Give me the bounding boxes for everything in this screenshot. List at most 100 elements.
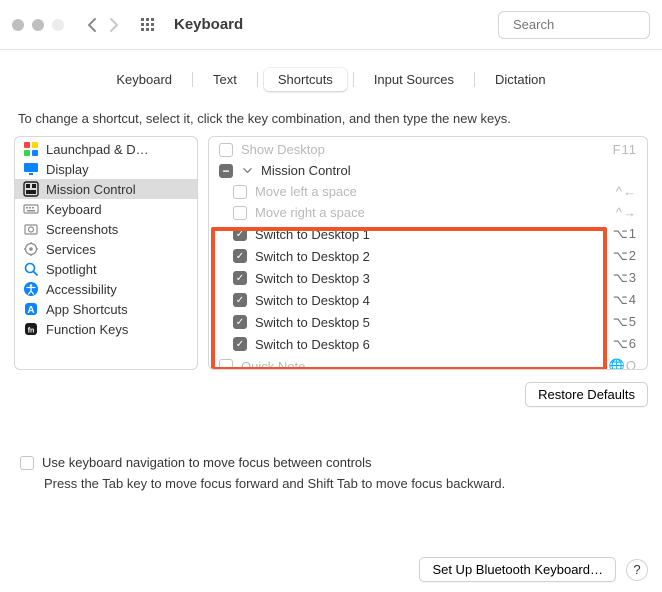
sidebar-item-label: Accessibility (46, 282, 117, 297)
show-all-prefs-button[interactable] (140, 17, 156, 33)
shortcut-checkbox[interactable]: ✓ (233, 315, 247, 329)
shortcut-row[interactable]: − Mission Control (209, 160, 647, 181)
shortcut-label: Switch to Desktop 4 (255, 293, 605, 308)
shortcut-label: Switch to Desktop 1 (255, 227, 605, 242)
app-shortcuts-icon: A (23, 301, 39, 317)
shortcut-row[interactable]: ✓ Switch to Desktop 6 ⌥6 (209, 333, 647, 355)
shortcut-row[interactable]: ✓ Switch to Desktop 4 ⌥4 (209, 289, 647, 311)
sidebar-item-label: App Shortcuts (46, 302, 128, 317)
shortcut-checkbox[interactable]: ✓ (233, 249, 247, 263)
search-input[interactable] (513, 17, 662, 32)
shortcut-label: Mission Control (261, 163, 629, 178)
shortcut-row[interactable]: Show Desktop F11 (209, 139, 647, 160)
shortcut-checkbox[interactable] (219, 143, 233, 157)
accessibility-icon (23, 281, 39, 297)
shortcut-key[interactable]: ⌥4 (613, 292, 637, 308)
shortcut-key[interactable]: F11 (613, 142, 637, 157)
shortcut-key[interactable]: ⌥3 (613, 270, 637, 286)
shortcut-list: Show Desktop F11 − Mission Control Move left… (208, 136, 648, 370)
function-keys-icon: fn (23, 321, 39, 337)
shortcut-row[interactable]: ✓ Switch to Desktop 2 ⌥2 (209, 245, 647, 267)
sidebar-item-label: Keyboard (46, 202, 102, 217)
minimize-window-icon[interactable] (32, 19, 44, 31)
shortcut-checkbox[interactable] (233, 206, 247, 220)
shortcut-row[interactable]: Quick Note 🌐Q (209, 355, 647, 370)
shortcut-checkbox[interactable] (233, 185, 247, 199)
help-button[interactable]: ? (626, 559, 648, 581)
instruction-text: To change a shortcut, select it, click t… (18, 111, 644, 126)
shortcut-label: Quick Note (241, 359, 601, 371)
sidebar-item-function-keys[interactable]: fn Function Keys (15, 319, 197, 339)
sidebar-item-label: Spotlight (46, 262, 97, 277)
sidebar-item-launchpad-d-[interactable]: Launchpad & D… (15, 139, 197, 159)
sidebar-item-app-shortcuts[interactable]: A App Shortcuts (15, 299, 197, 319)
sidebar-item-label: Services (46, 242, 96, 257)
close-window-icon[interactable] (12, 19, 24, 31)
shortcut-checkbox[interactable]: ✓ (233, 337, 247, 351)
shortcut-label: Switch to Desktop 2 (255, 249, 605, 264)
shortcut-label: Show Desktop (241, 142, 605, 157)
services-icon (23, 241, 39, 257)
shortcut-checkbox[interactable]: ✓ (233, 271, 247, 285)
shortcut-key[interactable]: ⌥6 (613, 336, 637, 352)
sidebar-item-label: Launchpad & D… (46, 142, 149, 157)
sidebar-item-label: Display (46, 162, 89, 177)
shortcut-label: Switch to Desktop 6 (255, 337, 605, 352)
shortcut-key[interactable]: ⌥5 (613, 314, 637, 330)
shortcut-row[interactable]: ✓Switch to Desktop 3⌥3 (209, 267, 647, 289)
svg-text:fn: fn (28, 328, 35, 335)
search-field-wrap[interactable] (498, 11, 650, 39)
tab-shortcuts[interactable]: Shortcuts (264, 68, 347, 91)
sidebar-item-services[interactable]: Services (15, 239, 197, 259)
shortcut-row[interactable]: ✓ Switch to Desktop 1 ⌥1 (209, 223, 647, 245)
shortcut-checkbox[interactable] (219, 359, 233, 370)
tab-keyboard[interactable]: Keyboard (102, 68, 186, 91)
window-controls (12, 19, 64, 31)
shortcut-key[interactable]: ⌥2 (613, 248, 637, 264)
tab-bar: Keyboard Text Shortcuts Input Sources Dictat… (14, 68, 648, 91)
keyboard-icon (23, 201, 39, 217)
titlebar: Keyboard (0, 0, 662, 50)
svg-text:A: A (27, 305, 34, 316)
shortcut-row[interactable]: ✓Switch to Desktop 5⌥5 (209, 311, 647, 333)
kb-nav-label: Use keyboard navigation to move focus be… (42, 455, 372, 470)
shortcut-key[interactable]: ⌥1 (613, 226, 637, 242)
sidebar-item-label: Screenshots (46, 222, 118, 237)
fullscreen-window-icon[interactable] (52, 19, 64, 31)
kb-nav-checkbox[interactable] (20, 456, 34, 470)
launchpad-icon (23, 141, 39, 157)
disclosure-triangle-icon[interactable] (241, 163, 253, 178)
shortcut-checkbox[interactable]: ✓ (233, 227, 247, 241)
shortcut-label: Move right a space (255, 205, 608, 220)
kb-nav-hint: Press the Tab key to move focus forward … (44, 476, 642, 491)
restore-defaults-button[interactable]: Restore Defaults (525, 382, 648, 407)
tab-dictation[interactable]: Dictation (481, 68, 560, 91)
sidebar-item-keyboard[interactable]: Keyboard (15, 199, 197, 219)
sidebar-item-mission-control[interactable]: Mission Control (15, 179, 197, 199)
bluetooth-keyboard-button[interactable]: Set Up Bluetooth Keyboard… (419, 557, 616, 582)
tab-input-sources[interactable]: Input Sources (360, 68, 468, 91)
shortcut-row[interactable]: Move right a space ^→ (209, 202, 647, 223)
tab-text[interactable]: Text (199, 68, 251, 91)
sidebar-item-screenshots[interactable]: Screenshots (15, 219, 197, 239)
shortcut-row[interactable]: Move left a space ^← (209, 181, 647, 202)
sidebar-item-display[interactable]: Display (15, 159, 197, 179)
mission-control-icon (23, 181, 39, 197)
screenshot-icon (23, 221, 39, 237)
sidebar-item-spotlight[interactable]: Spotlight (15, 259, 197, 279)
back-button[interactable] (86, 17, 98, 33)
sidebar-item-accessibility[interactable]: Accessibility (15, 279, 197, 299)
forward-button[interactable] (108, 17, 120, 33)
spotlight-icon (23, 261, 39, 277)
display-icon (23, 161, 39, 177)
category-sidebar: Launchpad & D… Display Mission Control Keyb… (14, 136, 198, 370)
shortcut-key[interactable]: ^← (616, 184, 637, 199)
shortcut-key[interactable]: 🌐Q (609, 358, 637, 370)
shortcut-checkbox[interactable]: − (219, 164, 233, 178)
shortcut-checkbox[interactable]: ✓ (233, 293, 247, 307)
page-title: Keyboard (174, 16, 243, 33)
sidebar-item-label: Mission Control (46, 182, 136, 197)
shortcut-label: Move left a space (255, 184, 608, 199)
sidebar-item-label: Function Keys (46, 322, 128, 337)
shortcut-key[interactable]: ^→ (616, 205, 637, 220)
